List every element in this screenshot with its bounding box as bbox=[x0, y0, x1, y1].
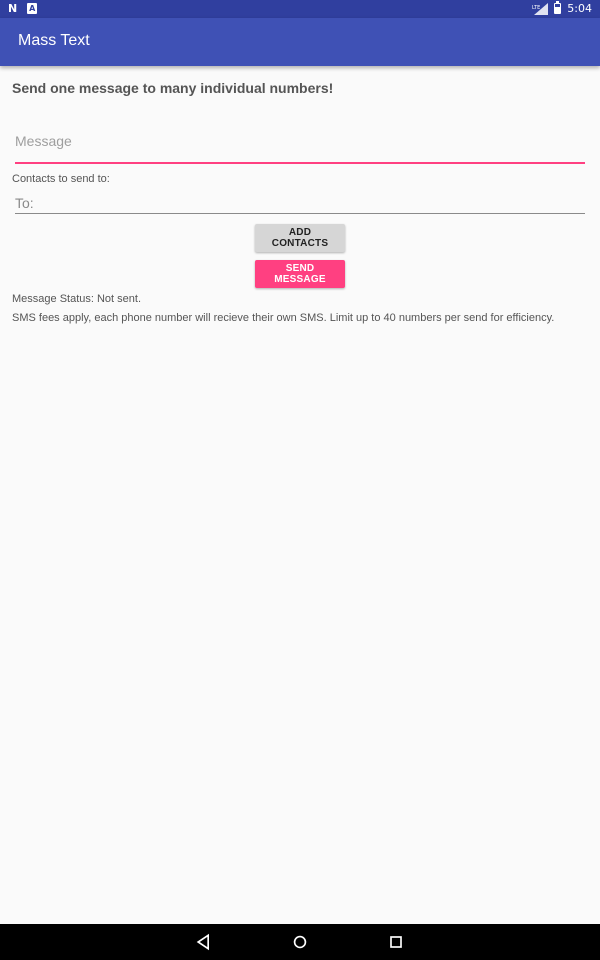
recents-icon[interactable] bbox=[384, 930, 408, 954]
signal-icon: LTE bbox=[532, 2, 549, 15]
status-bar: N A LTE 5:04 bbox=[0, 0, 600, 18]
app-title: Mass Text bbox=[18, 32, 90, 49]
back-icon[interactable] bbox=[192, 930, 216, 954]
home-icon[interactable] bbox=[288, 930, 312, 954]
status-time: 5:04 bbox=[567, 2, 592, 15]
contacts-label: Contacts to send to: bbox=[12, 173, 110, 185]
page-headline: Send one message to many individual numb… bbox=[12, 80, 334, 96]
message-input[interactable] bbox=[15, 120, 585, 164]
to-input[interactable] bbox=[15, 192, 585, 214]
send-message-button[interactable]: SEND MESSAGE bbox=[255, 260, 345, 288]
app-bar: Mass Text bbox=[0, 18, 600, 66]
fees-info-text: SMS fees apply, each phone number will r… bbox=[12, 312, 555, 324]
status-right: LTE 5:04 bbox=[532, 1, 592, 15]
message-status-text: Message Status: Not sent. bbox=[12, 293, 142, 305]
status-left: N A bbox=[8, 2, 38, 15]
battery-icon bbox=[554, 1, 562, 14]
navigation-bar bbox=[0, 924, 600, 960]
n-notification-icon: N bbox=[8, 2, 18, 15]
network-label: LTE bbox=[532, 5, 540, 11]
a-notification-icon: A bbox=[27, 3, 38, 14]
add-contacts-button[interactable]: ADD CONTACTS bbox=[255, 224, 345, 252]
